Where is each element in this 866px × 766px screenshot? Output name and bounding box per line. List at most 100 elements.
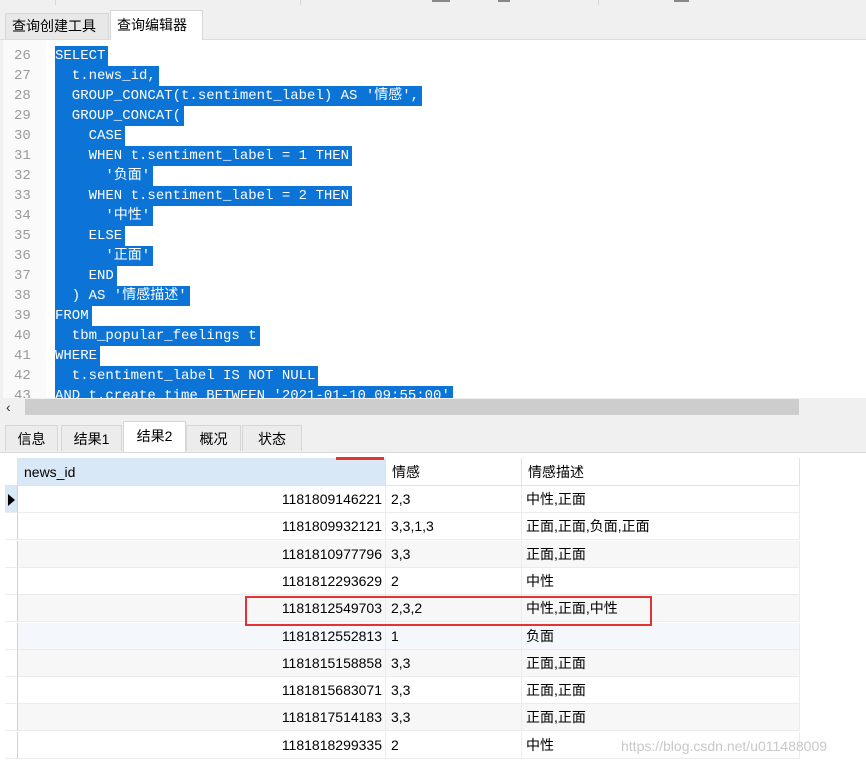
code-line[interactable]: 31 WHEN t.sentiment_label = 1 THEN (3, 146, 863, 166)
sql-editor[interactable]: 26 SELECT 27 t.news_id, 28 GROUP_CONCAT(t.s… (3, 40, 866, 398)
table-row[interactable]: 1181815683071 3,3 正面,正面 (5, 677, 800, 705)
table-row[interactable]: 1181812293629 2 中性 (5, 567, 800, 595)
line-number: 43 (14, 388, 31, 398)
toolbar-icon[interactable] (498, 0, 510, 2)
code-text[interactable]: GROUP_CONCAT(t.sentiment_label) AS '情感', (55, 86, 423, 106)
code-text[interactable]: WHEN t.sentiment_label = 2 THEN (55, 186, 353, 206)
cell-news-id[interactable]: 1181815158858 (18, 649, 386, 677)
tab-status[interactable]: 状态 (242, 425, 302, 451)
code-text[interactable]: CASE (55, 126, 126, 146)
cell-sentiment[interactable]: 2 (386, 567, 522, 595)
row-header[interactable] (5, 486, 18, 513)
tab-query-editor[interactable]: 查询编辑器 (110, 10, 203, 40)
cell-sentiment-desc[interactable]: 中性,正面 (522, 486, 800, 513)
highlight-annotation-box (245, 596, 652, 626)
code-line[interactable]: 41 WHERE (3, 346, 863, 366)
code-text[interactable]: '负面' (55, 166, 154, 186)
code-line[interactable]: 33 WHEN t.sentiment_label = 2 THEN (3, 186, 863, 206)
code-line[interactable]: 43 AND t.create_time BETWEEN '2021-01-10 … (3, 386, 863, 398)
code-line[interactable]: 40 tbm_popular_feelings t (3, 326, 863, 346)
cell-news-id[interactable]: 1181817514183 (18, 704, 386, 732)
code-line[interactable]: 42 t.sentiment_label IS NOT NULL (3, 366, 863, 386)
code-line[interactable]: 37 END (3, 266, 863, 286)
cell-news-id[interactable]: 1181812552813 (18, 622, 386, 650)
cell-sentiment[interactable]: 3,3 (386, 649, 522, 677)
code-line[interactable]: 26 SELECT (3, 46, 863, 66)
cell-sentiment-desc[interactable]: 正面,正面 (522, 677, 800, 705)
table-row[interactable]: 1181812552813 1 负面 (5, 622, 800, 650)
code-line[interactable]: 35 ELSE (3, 226, 863, 246)
code-line[interactable]: 27 t.news_id, (3, 66, 863, 86)
cell-news-id[interactable]: 1181809932121 (18, 513, 386, 541)
row-header[interactable] (5, 567, 18, 595)
row-header[interactable] (5, 649, 18, 677)
cell-sentiment-desc[interactable]: 正面,正面 (522, 540, 800, 568)
tab-result1[interactable]: 结果1 (61, 425, 122, 451)
tab-info[interactable]: 信息 (5, 425, 58, 451)
code-text[interactable]: GROUP_CONCAT( (55, 106, 185, 126)
code-text[interactable]: FROM (55, 306, 92, 326)
code-text[interactable]: ) AS '情感描述' (55, 286, 190, 306)
cell-sentiment[interactable]: 3,3 (386, 677, 522, 705)
cell-sentiment-desc[interactable]: 中性 (522, 567, 800, 595)
cell-news-id[interactable]: 1181810977796 (18, 540, 386, 568)
row-header[interactable] (5, 595, 18, 623)
code-line[interactable]: 29 GROUP_CONCAT( (3, 106, 863, 126)
toolbar-icon[interactable] (432, 0, 450, 2)
row-header[interactable] (5, 731, 18, 759)
cell-sentiment[interactable]: 2,3 (386, 486, 522, 513)
table-row[interactable]: 1181815158858 3,3 正面,正面 (5, 649, 800, 677)
tab-result2[interactable]: 结果2 (123, 421, 186, 452)
table-row[interactable]: 1181810977796 3,3 正面,正面 (5, 540, 800, 568)
cell-news-id[interactable]: 1181818299335 (18, 731, 386, 759)
column-header-sentiment[interactable]: 情感 (386, 458, 522, 486)
code-text[interactable]: WHERE (55, 346, 101, 366)
row-header[interactable] (5, 704, 18, 732)
code-text[interactable]: t.news_id, (55, 66, 159, 86)
scrollbar-thumb[interactable] (25, 399, 799, 415)
cell-sentiment[interactable]: 2 (386, 731, 522, 759)
code-line[interactable]: 38 ) AS '情感描述' (3, 286, 863, 306)
code-text[interactable]: tbm_popular_feelings t (55, 326, 260, 346)
row-header[interactable] (5, 513, 18, 541)
cell-sentiment[interactable]: 1 (386, 622, 522, 650)
line-number: 29 (14, 108, 31, 124)
column-header-news-id[interactable]: news_id (18, 458, 386, 486)
code-line[interactable]: 36 '正面' (3, 246, 863, 266)
code-line[interactable]: 28 GROUP_CONCAT(t.sentiment_label) AS '情… (3, 86, 863, 106)
cell-sentiment[interactable]: 3,3 (386, 540, 522, 568)
code-text[interactable]: '中性' (55, 206, 154, 226)
row-header[interactable] (5, 622, 18, 650)
code-text[interactable]: ELSE (55, 226, 126, 246)
row-header[interactable] (5, 540, 18, 568)
cell-sentiment-desc[interactable]: 正面,正面 (522, 704, 800, 732)
code-text[interactable]: AND t.create_time BETWEEN '2021-01-10 09… (55, 386, 453, 398)
editor-horizontal-scrollbar[interactable]: ‹ (0, 398, 866, 416)
cell-sentiment[interactable]: 3,3,1,3 (386, 513, 522, 541)
row-header[interactable] (5, 677, 18, 705)
tab-query-builder[interactable]: 查询创建工具 (5, 13, 109, 39)
code-text[interactable]: WHEN t.sentiment_label = 1 THEN (55, 146, 353, 166)
cell-sentiment[interactable]: 3,3 (386, 704, 522, 732)
code-text[interactable]: SELECT (55, 46, 109, 66)
code-line[interactable]: 34 '中性' (3, 206, 863, 226)
cell-news-id[interactable]: 1181809146221 (18, 486, 386, 513)
code-text[interactable]: END (55, 266, 117, 286)
tab-profile[interactable]: 概况 (186, 425, 241, 451)
table-row[interactable]: 1181817514183 3,3 正面,正面 (5, 704, 800, 732)
cell-news-id[interactable]: 1181812293629 (18, 567, 386, 595)
table-row[interactable]: 1181809146221 2,3 中性,正面 (5, 486, 800, 513)
cell-news-id[interactable]: 1181815683071 (18, 677, 386, 705)
column-header-sentiment-desc[interactable]: 情感描述 (522, 458, 800, 486)
code-line[interactable]: 32 '负面' (3, 166, 863, 186)
cell-sentiment-desc[interactable]: 负面 (522, 622, 800, 650)
code-line[interactable]: 30 CASE (3, 126, 863, 146)
code-text[interactable]: '正面' (55, 246, 154, 266)
table-row[interactable]: 1181809932121 3,3,1,3 正面,正面,负面,正面 (5, 513, 800, 541)
code-text[interactable]: t.sentiment_label IS NOT NULL (55, 366, 319, 386)
cell-sentiment-desc[interactable]: 正面,正面,负面,正面 (522, 513, 800, 541)
cell-sentiment-desc[interactable]: 正面,正面 (522, 649, 800, 677)
scroll-left-icon[interactable]: ‹ (6, 398, 11, 416)
code-line[interactable]: 39 FROM (3, 306, 863, 326)
toolbar-icon[interactable] (674, 0, 689, 2)
